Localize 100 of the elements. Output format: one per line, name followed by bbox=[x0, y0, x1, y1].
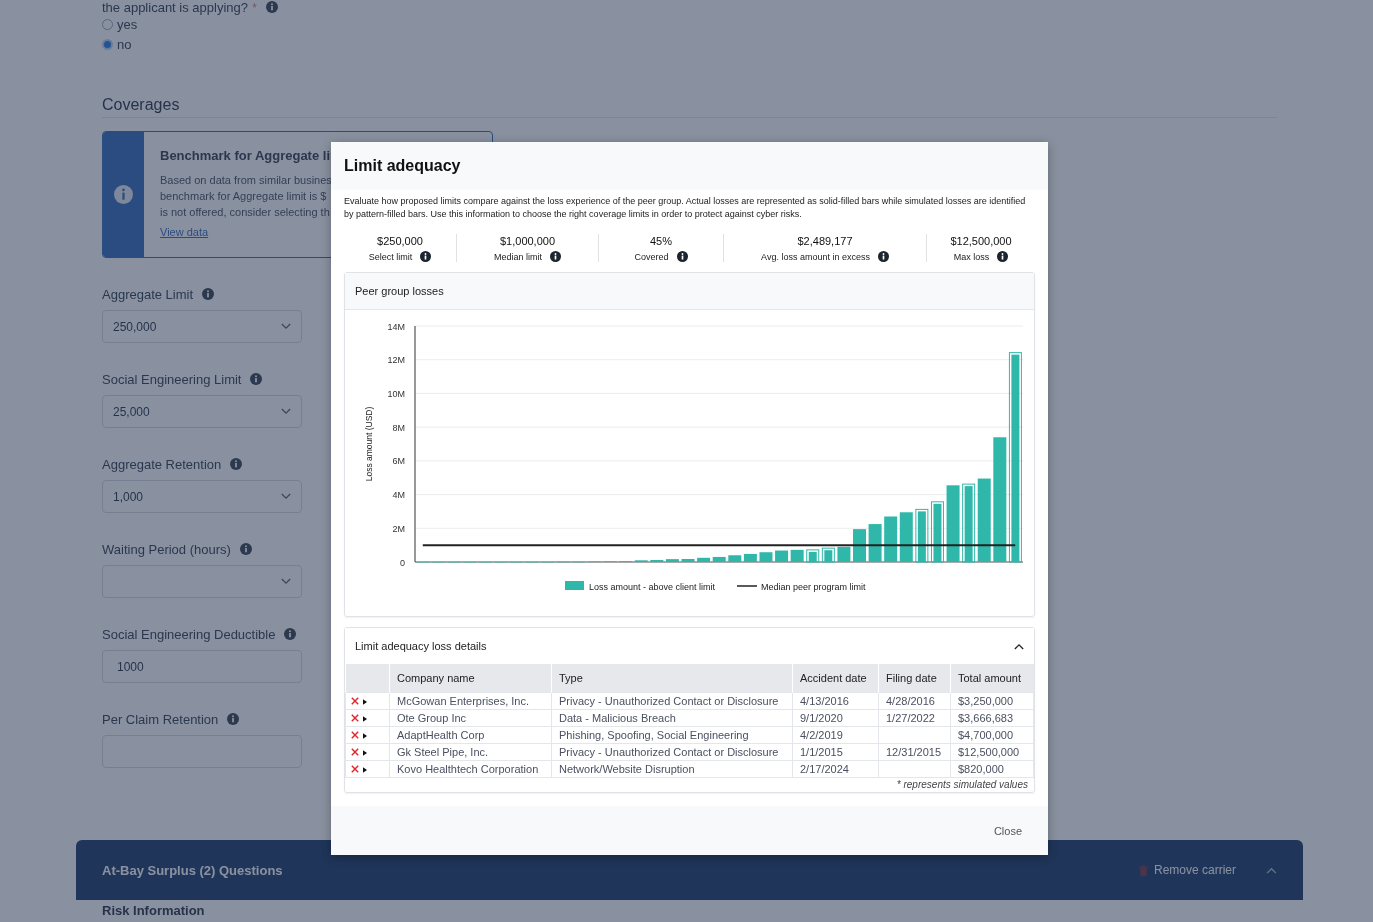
radio-label: yes bbox=[117, 16, 138, 32]
y-axis-label: Loss amount (USD) bbox=[364, 406, 374, 482]
info-icon bbox=[420, 251, 432, 262]
info-icon bbox=[877, 251, 889, 262]
table-cell: Ote Group Inc bbox=[397, 712, 467, 724]
description-text: Evaluate how proposed limits compare against the loss experience of the peer group. Actual losses are represented as solid-filled bars while simulated losses are identified by pattern-filled bars. Use this information to choose the right coverage limits in order to protect against cyber risks. bbox=[344, 195, 1027, 221]
table-cell: 1/27/2022 bbox=[886, 712, 935, 724]
y-tick-label: 4M bbox=[392, 490, 405, 501]
carrier-title: At-Bay Surplus (2) Questions bbox=[102, 862, 284, 878]
column-header: Accident date bbox=[792, 664, 879, 693]
table-cell: 12/31/2015 bbox=[886, 746, 942, 758]
stat-value: $2,489,177 bbox=[797, 234, 853, 249]
select-field[interactable] bbox=[102, 565, 302, 598]
field-label: Per Claim Retention bbox=[102, 711, 219, 727]
delete-icon[interactable] bbox=[351, 748, 359, 756]
info-icon bbox=[239, 543, 252, 555]
chart-bar bbox=[884, 516, 898, 562]
stat-value: $250,000 bbox=[377, 234, 423, 249]
table-cell: AdaptHealth Corp bbox=[397, 729, 485, 741]
column-header: Company name bbox=[389, 664, 552, 693]
delete-icon[interactable] bbox=[351, 731, 359, 739]
radio-button[interactable] bbox=[102, 18, 113, 30]
column-header: Filing date bbox=[878, 664, 951, 693]
benchmark-title: Benchmark for Aggregate li bbox=[160, 148, 331, 163]
stat-label: Avg. loss amount in excess bbox=[761, 251, 870, 262]
patterned-bar bbox=[806, 549, 820, 563]
stat-label: Max loss bbox=[953, 251, 990, 262]
section-title: Risk Information bbox=[102, 903, 206, 918]
expand-icon[interactable] bbox=[363, 767, 367, 773]
expand-icon[interactable] bbox=[363, 750, 367, 756]
radio-button[interactable] bbox=[102, 38, 113, 50]
view-data-link[interactable]: View data bbox=[160, 226, 209, 238]
section-title: Coverages bbox=[102, 96, 181, 114]
patterned-bar bbox=[930, 501, 944, 563]
remove-carrier-button[interactable]: Remove carrier bbox=[1138, 863, 1236, 877]
field-label: Waiting Period (hours) bbox=[102, 541, 231, 557]
y-tick-label: 10M bbox=[387, 388, 405, 399]
chart-bar bbox=[681, 558, 695, 562]
stat-label: Median limit bbox=[494, 251, 542, 262]
select-field[interactable]: 25,000 bbox=[102, 395, 302, 428]
panel-title: Peer group losses bbox=[355, 285, 444, 297]
table-cell: Phishing, Spoofing, Social Engineering bbox=[559, 729, 749, 741]
footnote: * represents simulated values bbox=[895, 778, 1029, 792]
trash-icon bbox=[1138, 864, 1148, 876]
column-header: Total amount bbox=[950, 664, 1034, 693]
radio-label: no bbox=[117, 36, 132, 52]
table-cell: 4/13/2016 bbox=[800, 695, 849, 707]
field-label: Aggregate Retention bbox=[102, 456, 222, 472]
chart-bar bbox=[868, 524, 882, 562]
legend-label: Loss amount - above client limit bbox=[589, 581, 716, 592]
table-cell: Privacy - Unauthorized Contact or Disclosure bbox=[559, 695, 779, 707]
table-cell: 2/17/2024 bbox=[800, 763, 849, 775]
legend-swatch bbox=[565, 581, 584, 590]
expand-icon[interactable] bbox=[363, 699, 367, 705]
benchmark-text: is not offered, consider selecting th bbox=[160, 205, 331, 220]
stat-label: Select limit bbox=[368, 251, 413, 262]
info-icon bbox=[997, 251, 1009, 262]
patterned-bar bbox=[915, 508, 929, 563]
stat-value: $1,000,000 bbox=[499, 234, 556, 249]
select-field[interactable]: 250,000 bbox=[102, 310, 302, 343]
field-label: Social Engineering Deductible bbox=[102, 626, 276, 642]
chart-bar bbox=[775, 550, 789, 562]
table-cell: Kovo Healthtech Corporation bbox=[397, 763, 539, 775]
delete-icon[interactable] bbox=[351, 765, 359, 773]
table-cell: 1/1/2015 bbox=[800, 746, 843, 758]
field-label: Social Engineering Limit bbox=[102, 371, 242, 387]
column-header: Type bbox=[551, 664, 793, 693]
chart-bar bbox=[759, 552, 773, 562]
chart-bar bbox=[743, 553, 757, 562]
table-cell: $3,250,000 bbox=[958, 695, 1014, 707]
info-icon bbox=[114, 185, 133, 204]
info-icon bbox=[284, 628, 297, 640]
delete-icon[interactable] bbox=[351, 697, 359, 705]
select-field[interactable]: 1,000 bbox=[102, 480, 302, 513]
question-label: the applicant is applying? bbox=[102, 0, 248, 15]
stat-value: 45% bbox=[650, 234, 672, 249]
chevron-down-icon bbox=[281, 323, 291, 330]
table-cell: 9/1/2020 bbox=[800, 712, 843, 724]
chevron-up-icon[interactable] bbox=[1014, 642, 1024, 650]
y-tick-label: 2M bbox=[392, 523, 405, 534]
expand-icon[interactable] bbox=[363, 733, 367, 739]
chevron-down-icon bbox=[281, 578, 291, 585]
field-label: Aggregate Limit bbox=[102, 286, 194, 302]
info-icon bbox=[250, 373, 263, 385]
table-cell: 4/28/2016 bbox=[886, 695, 935, 707]
legend-label: Median peer program limit bbox=[761, 581, 866, 592]
delete-icon[interactable] bbox=[351, 714, 359, 722]
info-icon bbox=[227, 713, 240, 725]
chart-bar bbox=[853, 529, 866, 562]
y-tick-label: 0 bbox=[400, 557, 405, 568]
y-tick-label: 6M bbox=[392, 456, 405, 467]
input-field[interactable]: 1000 bbox=[102, 650, 302, 683]
expand-icon[interactable] bbox=[363, 716, 367, 722]
info-icon bbox=[676, 251, 688, 262]
y-tick-label: 12M bbox=[387, 355, 405, 366]
table-cell: $3,666,683 bbox=[958, 712, 1014, 724]
benchmark-text: Based on data from similar busines bbox=[160, 173, 332, 188]
stat-value: $12,500,000 bbox=[950, 234, 1012, 249]
close-button[interactable]: Close bbox=[993, 820, 1022, 841]
stat-label: Covered bbox=[634, 251, 669, 262]
